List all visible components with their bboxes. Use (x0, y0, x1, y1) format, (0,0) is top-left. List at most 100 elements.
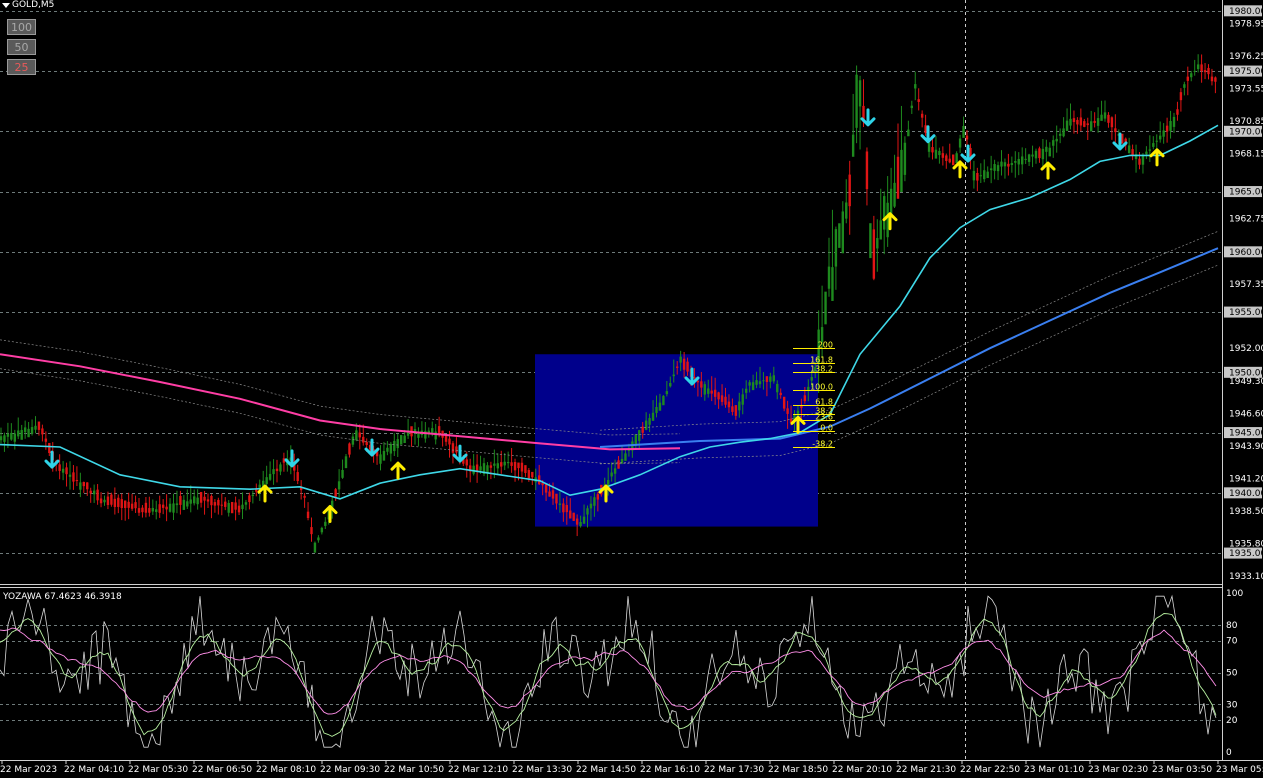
candle-body (958, 138, 962, 148)
candle-body (969, 148, 972, 157)
candle-body (838, 223, 841, 248)
candle-body (941, 153, 945, 158)
candle-body (696, 380, 700, 383)
candle-body (679, 356, 682, 363)
candle-body (983, 170, 986, 180)
fib-label: 61.8 (815, 398, 833, 407)
candle-body (572, 512, 575, 521)
time-axis-label: 22 Mar 18:50 (768, 765, 828, 775)
candle-body (731, 406, 734, 412)
zoom-100-button[interactable]: 100 (7, 19, 36, 35)
chart-canvas[interactable]: 200161.8138.2100.061.838.223.60.0-38.2 1… (0, 0, 1263, 778)
price-axis-label: 1940.00 (1229, 489, 1263, 499)
candle-body (1076, 119, 1079, 125)
candle-body (148, 508, 151, 513)
price-axis-label: 1938.50 (1229, 507, 1263, 517)
candle-body (403, 435, 406, 444)
candle-body (172, 503, 175, 513)
candle-body (472, 465, 475, 474)
candle-body (858, 80, 862, 107)
candle-body (710, 390, 713, 394)
zoom-50-button[interactable]: 50 (7, 39, 36, 55)
time-axis-label: 22 Mar 10:50 (384, 765, 444, 775)
candle-body (34, 425, 37, 430)
candle-body (886, 202, 889, 238)
candle-body (979, 175, 982, 177)
candle-body (1014, 160, 1017, 163)
candle-body (151, 507, 154, 512)
candle-body (134, 502, 137, 509)
candle-body (1052, 140, 1055, 146)
time-axis-label: 22 Mar 06:50 (192, 765, 252, 775)
candle-body (869, 223, 872, 259)
candle-body (1148, 149, 1152, 151)
candle-body (682, 358, 686, 370)
candle-body (779, 392, 782, 396)
candle-body (993, 164, 996, 171)
price-axis-label: 1965.00 (1229, 188, 1263, 198)
time-axis-label: 22 Mar 05:30 (128, 765, 188, 775)
candle-body (1007, 163, 1010, 167)
candle-body (206, 499, 210, 502)
fib-label: 161.8 (810, 356, 833, 365)
candle-body (1027, 154, 1031, 162)
candle-body (444, 435, 448, 442)
candle-body (1176, 109, 1179, 115)
candle-body (186, 501, 189, 507)
candle-body (279, 464, 282, 472)
candle-body (955, 153, 958, 163)
candle-body (362, 436, 365, 443)
candle-body (1031, 154, 1034, 157)
candle-body (748, 382, 751, 386)
price-axis-label: 1976.25 (1229, 52, 1263, 62)
candle-body (334, 489, 337, 497)
candle-body (61, 468, 65, 473)
candle-body (244, 502, 248, 505)
candle-body (738, 401, 741, 411)
candle-body (379, 454, 382, 464)
candle-body (41, 428, 44, 435)
candle-body (593, 497, 596, 506)
candle-body (1110, 117, 1114, 128)
candle-body (434, 431, 437, 440)
candle-body (1138, 158, 1141, 165)
candle-body (751, 382, 755, 391)
candle-body (1200, 64, 1203, 72)
candle-body (548, 491, 551, 497)
candle-body (762, 380, 765, 382)
candle-body (824, 291, 827, 325)
candle-body (658, 402, 662, 411)
candle-body (1179, 92, 1183, 101)
candle-body (717, 392, 720, 400)
chart-menu-triangle-icon[interactable] (2, 3, 10, 8)
arrow-up-icon (882, 212, 898, 231)
price-axis-label: 1941.20 (1229, 474, 1263, 484)
candle-body (524, 465, 527, 474)
candle-body (96, 489, 99, 501)
candle-body (451, 443, 455, 453)
candle-body (734, 405, 738, 416)
candle-body (386, 447, 389, 452)
candle-body (610, 472, 613, 477)
candle-body (393, 440, 396, 452)
oscillator-title: YOZAWA 67.4623 46.3918 (3, 592, 122, 602)
candle-body (65, 467, 68, 475)
range-box (535, 354, 818, 527)
candle-body (741, 394, 744, 405)
time-axis-label: 22 Mar 12:10 (448, 765, 508, 775)
oscillator-value2: 46.3918 (84, 592, 122, 602)
oscillator-name: YOZAWA (3, 592, 42, 602)
candle-body (203, 496, 206, 501)
fib-label: 23.6 (815, 413, 833, 422)
candle-body (1100, 114, 1103, 121)
candle-body (72, 472, 75, 482)
candle-body (772, 375, 775, 382)
time-axis-label: 23 Mar 05:1 (1216, 765, 1263, 775)
candle-body (106, 496, 110, 506)
zoom-25-button[interactable]: 25 (7, 59, 36, 75)
candle-body (313, 542, 317, 553)
candle-body (230, 501, 234, 514)
candle-body (1103, 112, 1107, 119)
candle-body (348, 443, 351, 455)
arrow-up-icon (390, 461, 406, 480)
